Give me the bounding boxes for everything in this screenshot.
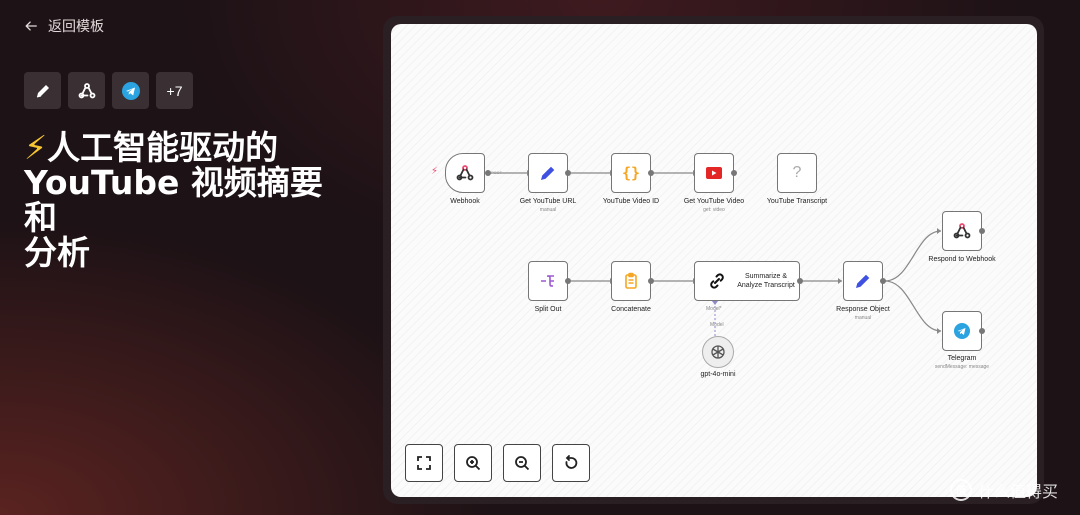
node-response-object-label: Response Object bbox=[836, 306, 890, 313]
zoom-out-icon bbox=[515, 456, 530, 471]
node-response-object-sub: manual bbox=[854, 315, 872, 321]
workflow-canvas[interactable]: ⚡ POST Webhook Get YouTube URL manual {}… bbox=[391, 24, 1037, 497]
output-handle[interactable] bbox=[731, 170, 737, 176]
node-telegram-sub: sendMessage: message bbox=[934, 364, 990, 370]
output-handle[interactable] bbox=[485, 170, 491, 176]
node-summarize-label: Summarize & Analyze Transcript bbox=[737, 273, 795, 289]
webhook-icon bbox=[953, 223, 971, 239]
telegram-icon bbox=[112, 72, 149, 109]
node-summarize-analyze[interactable]: Summarize & Analyze Transcript bbox=[694, 261, 800, 301]
template-title: ⚡人工智能驱动的 YouTube 视频摘要和 分析 bbox=[24, 130, 354, 270]
summarize-model-port-label: Model* bbox=[706, 306, 722, 312]
node-get-youtube-url[interactable] bbox=[528, 153, 568, 193]
node-split-out[interactable] bbox=[528, 261, 568, 301]
openai-icon bbox=[711, 345, 725, 359]
watermark-text: 什么值得买 bbox=[978, 484, 1059, 501]
code-braces-icon: {} bbox=[622, 164, 640, 182]
output-handle[interactable] bbox=[565, 170, 571, 176]
fit-view-button[interactable] bbox=[405, 444, 443, 482]
node-youtube-video-id[interactable]: {} bbox=[611, 153, 651, 193]
back-to-templates-link[interactable]: 返回模板 bbox=[24, 16, 104, 36]
node-response-object[interactable] bbox=[843, 261, 883, 301]
webhook-port-label: POST bbox=[491, 170, 502, 175]
node-get-youtube-video-sub: get: video bbox=[703, 207, 725, 213]
split-icon bbox=[541, 275, 554, 287]
node-webhook[interactable] bbox=[445, 153, 485, 193]
zoom-out-button[interactable] bbox=[503, 444, 541, 482]
node-concatenate[interactable] bbox=[611, 261, 651, 301]
node-respond-to-webhook-label: Respond to Webhook bbox=[928, 256, 996, 263]
fit-view-icon bbox=[417, 456, 431, 470]
node-telegram-label: Telegram bbox=[947, 355, 977, 362]
back-label: 返回模板 bbox=[48, 18, 104, 34]
node-concatenate-label: Concatenate bbox=[611, 306, 651, 313]
watermark-logo: 值 bbox=[950, 479, 972, 501]
telegram-icon bbox=[954, 323, 970, 339]
lightning-icon: ⚡ bbox=[24, 128, 48, 167]
clipboard-icon bbox=[625, 272, 637, 289]
question-mark-icon: ? bbox=[792, 164, 802, 181]
node-gpt-4o-mini[interactable] bbox=[702, 336, 734, 368]
trigger-bolt-icon: ⚡ bbox=[431, 166, 439, 177]
model-port-label: Model bbox=[710, 322, 724, 328]
svg-text:{}: {} bbox=[622, 164, 640, 182]
node-get-youtube-video[interactable] bbox=[694, 153, 734, 193]
output-handle[interactable] bbox=[880, 278, 886, 284]
zoom-in-button[interactable] bbox=[454, 444, 492, 482]
chain-link-icon bbox=[710, 273, 724, 289]
output-handle[interactable] bbox=[979, 228, 985, 234]
watermark: 值 什么值得买 bbox=[950, 478, 1058, 502]
template-node-icons: +7 bbox=[24, 72, 193, 109]
arrow-left-icon bbox=[25, 21, 37, 31]
zoom-in-icon bbox=[466, 456, 481, 471]
node-telegram[interactable] bbox=[942, 311, 982, 351]
title-line-1: 人工智能驱动的 bbox=[47, 128, 279, 167]
node-get-youtube-url-sub: manual bbox=[539, 207, 557, 213]
pencil-icon bbox=[541, 166, 555, 180]
webhook-icon bbox=[68, 72, 105, 109]
pencil-icon bbox=[856, 274, 870, 288]
reset-zoom-button[interactable] bbox=[552, 444, 590, 482]
node-youtube-transcript-label: YouTube Transcript bbox=[766, 198, 828, 205]
undo-icon bbox=[565, 455, 578, 469]
output-handle[interactable] bbox=[797, 278, 803, 284]
output-handle[interactable] bbox=[565, 278, 571, 284]
output-handle[interactable] bbox=[648, 278, 654, 284]
node-gpt-4o-mini-label: gpt-4o-mini bbox=[700, 371, 736, 378]
node-respond-to-webhook[interactable] bbox=[942, 211, 982, 251]
title-line-2: YouTube 视频摘要和 bbox=[24, 163, 323, 237]
webhook-icon bbox=[456, 165, 474, 181]
more-nodes-badge: +7 bbox=[156, 72, 193, 109]
output-handle[interactable] bbox=[979, 328, 985, 334]
title-line-3: 分析 bbox=[24, 233, 90, 272]
node-youtube-transcript[interactable]: ? bbox=[777, 153, 817, 193]
pencil-icon bbox=[24, 72, 61, 109]
youtube-icon bbox=[706, 167, 722, 179]
output-handle[interactable] bbox=[648, 170, 654, 176]
